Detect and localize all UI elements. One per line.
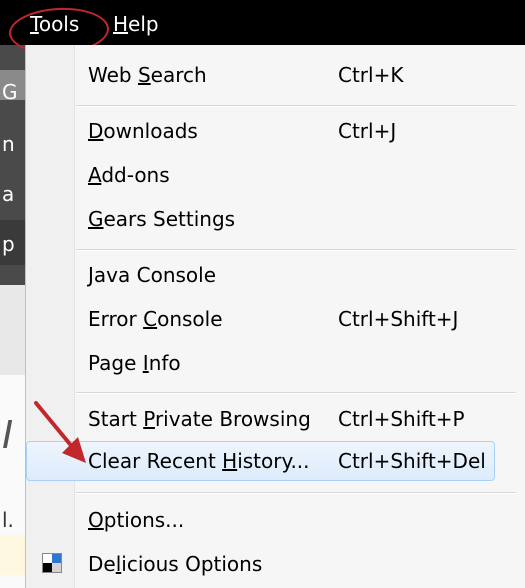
- menu-item-gears-settings[interactable]: Gears Settings: [26, 199, 525, 239]
- menu-help[interactable]: Help: [113, 12, 159, 36]
- menu-item-label: Web Search: [88, 63, 207, 87]
- menu-item-shortcut: Ctrl+J: [338, 119, 397, 143]
- background-text: n: [2, 132, 15, 156]
- menu-item-label: Add-ons: [88, 163, 170, 187]
- menu-item-clear-recent-history[interactable]: Clear Recent History... Ctrl+Shift+Del: [26, 441, 495, 481]
- tools-dropdown-menu: Web Search Ctrl+K Downloads Ctrl+J Add-o…: [26, 45, 525, 588]
- menu-item-downloads[interactable]: Downloads Ctrl+J: [26, 111, 525, 151]
- menu-item-label: Error Console: [88, 307, 223, 331]
- menu-separator: [76, 105, 516, 107]
- menu-help-label: elp: [128, 12, 159, 36]
- menu-item-label: Clear Recent History...: [88, 449, 310, 473]
- menu-item-label: Options...: [88, 508, 185, 532]
- background-text: G: [2, 80, 18, 104]
- annotation-arrow: [34, 401, 86, 463]
- background-text: l.: [2, 508, 14, 532]
- background-page-yellow: [0, 535, 26, 575]
- menu-separator: [76, 249, 516, 251]
- menu-item-page-info[interactable]: Page Info: [26, 343, 525, 383]
- background-text: p: [2, 232, 15, 256]
- menu-help-mnemonic: H: [113, 12, 129, 36]
- menu-item-label: Java Console: [88, 263, 217, 287]
- menu-item-add-ons[interactable]: Add-ons: [26, 155, 525, 195]
- menu-item-shortcut: Ctrl+Shift+J: [338, 307, 459, 331]
- menu-item-label: Page Info: [88, 351, 181, 375]
- menu-item-label: Gears Settings: [88, 207, 236, 231]
- menu-item-label: Start Private Browsing: [88, 407, 311, 431]
- background-page-light: [0, 285, 26, 375]
- menu-item-shortcut: Ctrl+Shift+Del: [338, 449, 486, 473]
- menu-separator: [76, 492, 516, 494]
- menu-item-error-console[interactable]: Error Console Ctrl+Shift+J: [26, 299, 525, 339]
- menu-item-start-private-browsing[interactable]: Start Private Browsing Ctrl+Shift+P: [26, 399, 525, 439]
- menu-item-web-search[interactable]: Web Search Ctrl+K: [26, 55, 525, 95]
- menu-item-shortcut: Ctrl+K: [338, 63, 404, 87]
- menu-item-shortcut: Ctrl+Shift+P: [338, 407, 465, 431]
- delicious-icon: [42, 553, 62, 573]
- background-text: a: [2, 182, 15, 206]
- menu-item-delicious-options[interactable]: Delicious Options: [26, 544, 525, 584]
- menu-item-java-console[interactable]: Java Console: [26, 255, 525, 295]
- background-text: I: [2, 415, 14, 455]
- menu-separator: [76, 392, 516, 394]
- menu-item-label: Downloads: [88, 119, 198, 143]
- menu-item-label: Delicious Options: [88, 552, 263, 576]
- menu-item-options[interactable]: Options...: [26, 500, 525, 540]
